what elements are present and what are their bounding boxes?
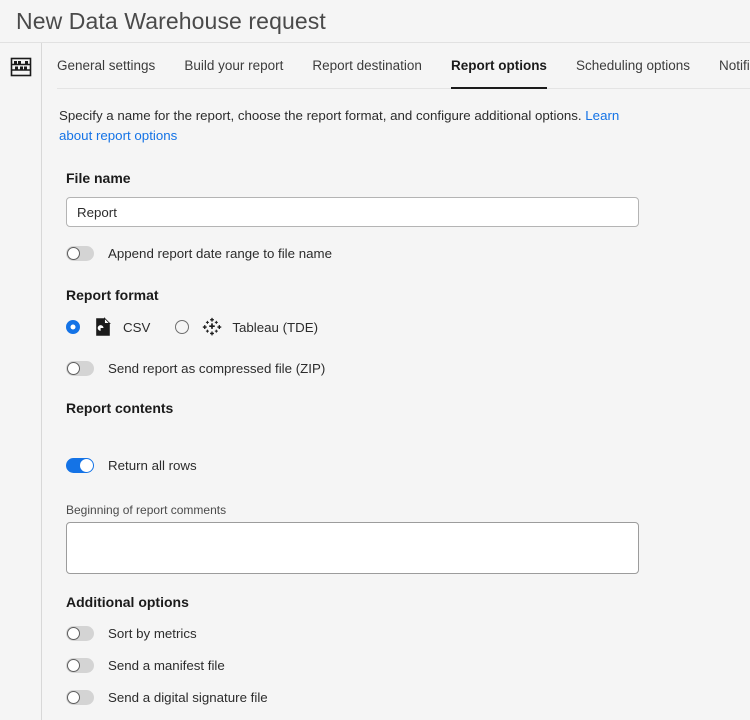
sort-by-metrics-toggle-row[interactable]: Sort by metrics [66,621,750,645]
toggle-knob [67,691,80,704]
tableau-option-label: Tableau (TDE) [232,320,318,335]
report-comments-textarea[interactable] [66,522,639,574]
compressed-file-toggle-label: Send report as compressed file (ZIP) [108,361,325,376]
send-manifest-file-toggle-label: Send a manifest file [108,658,225,673]
send-manifest-file-toggle[interactable] [66,658,94,673]
tab-general-settings[interactable]: General settings [57,43,155,89]
page-header: New Data Warehouse request [0,0,750,42]
report-format-section-title: Report format [66,287,750,303]
send-digital-signature-toggle[interactable] [66,690,94,705]
tab-build-your-report[interactable]: Build your report [184,43,283,89]
send-digital-signature-toggle-label: Send a digital signature file [108,690,268,705]
csv-radio-button[interactable] [66,320,80,334]
toggle-knob [80,459,93,472]
toggle-knob [67,247,80,260]
report-format-option-tableau[interactable]: Tableau (TDE) [175,317,318,337]
report-options-panel: Specify a name for the report, choose th… [42,89,750,720]
tab-scheduling-options[interactable]: Scheduling options [576,43,690,89]
tab-report-options[interactable]: Report options [451,43,547,89]
send-digital-signature-toggle-row[interactable]: Send a digital signature file [66,685,750,709]
tableau-icon [189,317,222,337]
panel-description: Specify a name for the report, choose th… [59,106,637,146]
tableau-radio-button[interactable] [175,320,189,334]
report-format-radio-group: CSV [66,314,750,340]
page-title: New Data Warehouse request [16,10,326,33]
panel-description-text: Specify a name for the report, choose th… [59,108,585,123]
tab-report-destination[interactable]: Report destination [312,43,422,89]
abacus-icon[interactable] [9,55,33,79]
report-comments-label: Beginning of report comments [66,503,750,517]
return-all-rows-toggle-row[interactable]: Return all rows [66,453,750,477]
toggle-knob [67,362,80,375]
append-date-range-toggle-row[interactable]: Append report date range to file name [66,241,750,265]
report-contents-section-title: Report contents [66,400,750,416]
app-shell: General settings Build your report Repor… [0,42,750,720]
toggle-knob [67,659,80,672]
additional-options-section-title: Additional options [66,594,750,610]
file-name-input[interactable] [66,197,639,227]
send-manifest-file-toggle-row[interactable]: Send a manifest file [66,653,750,677]
content-column: General settings Build your report Repor… [42,43,750,720]
tab-bar: General settings Build your report Repor… [42,43,750,89]
file-name-field-row [66,197,750,227]
file-name-section-title: File name [66,170,750,186]
sort-by-metrics-toggle[interactable] [66,626,94,641]
csv-option-label: CSV [123,320,150,335]
compressed-file-toggle-row[interactable]: Send report as compressed file (ZIP) [66,356,750,380]
return-all-rows-toggle[interactable] [66,458,94,473]
compressed-file-toggle[interactable] [66,361,94,376]
append-date-range-toggle-label: Append report date range to file name [108,246,332,261]
append-date-range-toggle[interactable] [66,246,94,261]
sort-by-metrics-toggle-label: Sort by metrics [108,626,197,641]
report-format-option-csv[interactable]: CSV [66,317,150,337]
tab-notification-email[interactable]: Notification email [719,43,750,89]
left-icon-rail [0,43,42,720]
return-all-rows-toggle-label: Return all rows [108,458,197,473]
toggle-knob [67,627,80,640]
csv-file-icon [80,317,113,337]
